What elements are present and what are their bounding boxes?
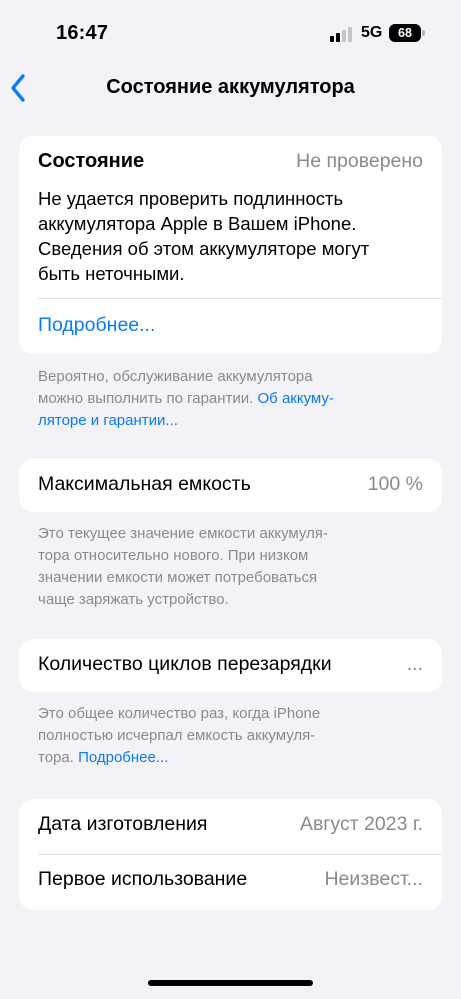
cycle-count-value: ... (406, 653, 423, 675)
cycles-more-link[interactable]: Подробнее... (78, 749, 168, 766)
battery-cap (422, 30, 425, 36)
condition-message: Не удается проверить подлинность аккумул… (38, 188, 370, 284)
cycle-count-label: Количество циклов перезарядки (38, 653, 332, 675)
battery-level: 68 (398, 26, 412, 40)
home-indicator[interactable] (148, 980, 313, 986)
more-info-link[interactable]: Подробнее... (38, 314, 155, 337)
manufacture-date-label: Дата изготовления (38, 813, 208, 835)
page-title: Состояние аккумулятора (106, 76, 355, 98)
condition-footnote: Вероятно, обслуживание аккумулятора можн… (38, 366, 428, 432)
condition-label: Состояние (38, 150, 145, 172)
first-use-row: Первое использование Неизвест... (19, 854, 442, 910)
dates-card: Дата изготовления Август 2023 г. Первое … (19, 799, 442, 910)
network-type: 5G (361, 24, 383, 41)
max-capacity-card: Максимальная емкость 100 % (19, 459, 442, 512)
cellular-signal-icon (330, 26, 354, 42)
cycle-count-card: Количество циклов перезарядки ... (19, 639, 442, 692)
navigation-bar: Состояние аккумулятора (0, 62, 461, 114)
divider (38, 298, 442, 299)
battery-condition-card: Состояние Не проверено Не удается провер… (19, 136, 442, 354)
condition-value: Не проверено (296, 150, 423, 172)
max-capacity-row: Максимальная емкость 100 % (19, 459, 442, 511)
capacity-footnote: Это текущее значение емкости аккумуля- т… (38, 525, 328, 608)
warranty-link-continued[interactable]: ляторе и гарантии... (38, 410, 428, 432)
max-capacity-value: 100 % (367, 473, 423, 495)
cycles-footnote: Это общее количество раз, когда iPhone п… (38, 705, 321, 766)
max-capacity-label: Максимальная емкость (38, 473, 251, 495)
condition-row: Состояние Не проверено (19, 136, 442, 188)
cycle-count-row: Количество циклов перезарядки ... (19, 639, 442, 691)
manufacture-date-row: Дата изготовления Август 2023 г. (19, 799, 442, 854)
battery-icon: 68 (389, 24, 421, 42)
status-bar: 16:47 5G 68 (0, 0, 461, 62)
first-use-label: Первое использование (38, 868, 248, 890)
warranty-link[interactable]: Об аккуму- (258, 390, 334, 407)
manufacture-date-value: Август 2023 г. (299, 813, 423, 835)
status-time: 16:47 (56, 22, 109, 44)
first-use-value: Неизвест... (324, 868, 423, 890)
